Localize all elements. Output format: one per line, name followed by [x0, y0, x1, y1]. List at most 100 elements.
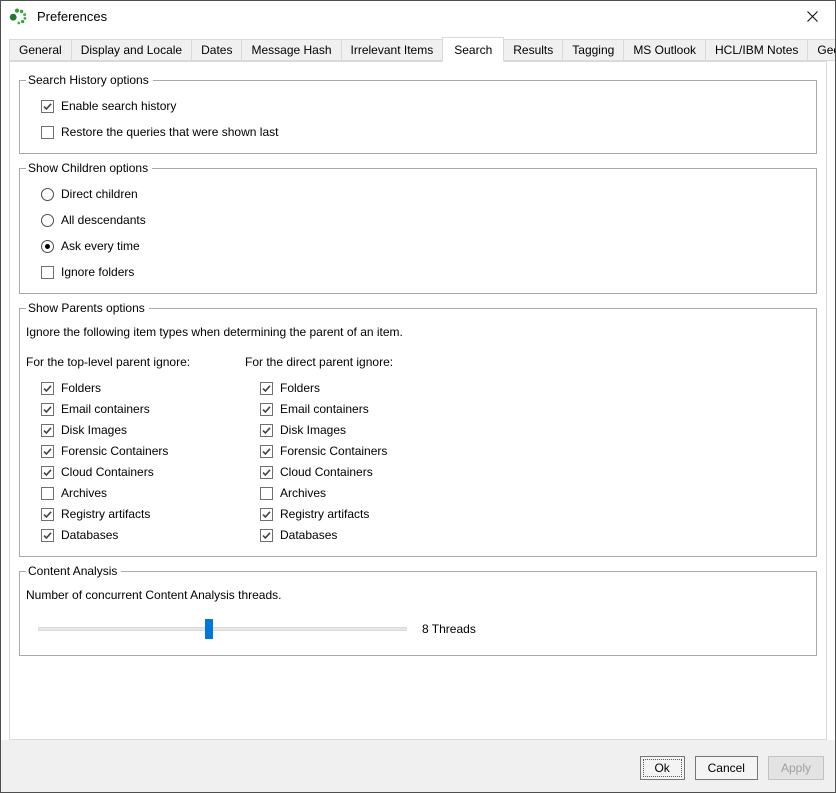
checkbox-label: Email containers — [280, 402, 369, 416]
parent-ignore-columns: For the top-level parent ignore: Folders… — [25, 341, 811, 542]
checkbox-restore-the-queries-that-were-shown-last[interactable]: Restore the queries that were shown last — [41, 125, 811, 139]
top-level-parent-column: For the top-level parent ignore: Folders… — [25, 341, 244, 542]
tab-general[interactable]: General — [9, 39, 72, 61]
group-show-children: Show Children options Direct children Al… — [19, 161, 817, 294]
tab-label: Irrelevant Items — [351, 43, 434, 57]
checkbox-direct-disk-images[interactable]: Disk Images — [260, 423, 393, 437]
check-icon — [42, 101, 53, 112]
tab-label: Message Hash — [251, 43, 331, 57]
checkbox-label: Restore the queries that were shown last — [61, 125, 278, 139]
tab-ms-outlook[interactable]: MS Outlook — [623, 39, 706, 61]
checkbox[interactable] — [260, 403, 273, 416]
column-header: For the direct parent ignore: — [245, 355, 393, 369]
check-icon — [261, 425, 272, 436]
tab-dates[interactable]: Dates — [191, 39, 242, 61]
check-icon — [42, 425, 53, 436]
threads-slider-track[interactable] — [38, 627, 407, 631]
checkbox[interactable] — [260, 466, 273, 479]
check-icon — [261, 446, 272, 457]
checkbox-toplevel-cloud-containers[interactable]: Cloud Containers — [41, 465, 244, 479]
tab-label: Display and Locale — [81, 43, 182, 57]
threads-slider-thumb[interactable] — [205, 619, 213, 639]
radio-button[interactable] — [41, 240, 54, 253]
checkbox-toplevel-forensic-containers[interactable]: Forensic Containers — [41, 444, 244, 458]
checkbox[interactable] — [260, 424, 273, 437]
checkbox-direct-folders[interactable]: Folders — [260, 381, 393, 395]
checkbox-toplevel-disk-images[interactable]: Disk Images — [41, 423, 244, 437]
cancel-button[interactable]: Cancel — [695, 756, 758, 780]
checkbox[interactable] — [260, 529, 273, 542]
apply-button[interactable]: Apply — [768, 756, 824, 780]
tab-label: Dates — [201, 43, 232, 57]
top-level-parent-list: Folders Email containers Disk Images For… — [25, 381, 244, 542]
checkbox-direct-databases[interactable]: Databases — [260, 528, 393, 542]
radio-label: Ask every time — [61, 239, 140, 253]
tab-results[interactable]: Results — [503, 39, 563, 61]
checkbox[interactable] — [41, 487, 54, 500]
check-icon — [261, 383, 272, 394]
tab-search[interactable]: Search — [442, 37, 504, 62]
checkbox[interactable] — [41, 403, 54, 416]
group-title: Search History options — [26, 73, 153, 87]
checkbox-direct-archives[interactable]: Archives — [260, 486, 393, 500]
radio-button[interactable] — [41, 188, 54, 201]
radio-all-descendants[interactable]: All descendants — [41, 213, 811, 227]
radio-direct-children[interactable]: Direct children — [41, 187, 811, 201]
radio-label: Direct children — [61, 187, 138, 201]
checkbox[interactable] — [41, 382, 54, 395]
direct-parent-column: For the direct parent ignore: Folders Em… — [244, 341, 393, 542]
app-logo-icon — [9, 7, 28, 26]
checkbox[interactable] — [260, 382, 273, 395]
checkbox-toplevel-databases[interactable]: Databases — [41, 528, 244, 542]
checkbox[interactable] — [41, 529, 54, 542]
group-title: Show Parents options — [26, 301, 149, 315]
checkbox-enable-search-history[interactable]: Enable search history — [41, 99, 811, 113]
tab-label: General — [19, 43, 62, 57]
checkbox[interactable] — [41, 100, 54, 113]
checkbox[interactable] — [41, 466, 54, 479]
checkbox-label: Ignore folders — [61, 265, 134, 279]
check-icon — [42, 446, 53, 457]
checkbox-toplevel-archives[interactable]: Archives — [41, 486, 244, 500]
checkbox[interactable] — [260, 508, 273, 521]
checkbox-label: Cloud Containers — [280, 465, 373, 479]
tab-hcl-ibm-notes[interactable]: HCL/IBM Notes — [705, 39, 808, 61]
radio-ask-every-time[interactable]: Ask every time — [41, 239, 811, 253]
tab-label: Geolocation — [817, 43, 836, 57]
checkbox-toplevel-folders[interactable]: Folders — [41, 381, 244, 395]
group-search-history: Search History options Enable search his… — [19, 73, 817, 154]
radio-button[interactable] — [41, 214, 54, 227]
checkbox-label: Archives — [280, 486, 326, 500]
checkbox[interactable] — [41, 266, 54, 279]
checkbox[interactable] — [41, 508, 54, 521]
checkbox[interactable] — [41, 126, 54, 139]
tab-display-and-locale[interactable]: Display and Locale — [71, 39, 192, 61]
checkbox-ignore-folders[interactable]: Ignore folders — [41, 265, 811, 279]
checkbox-label: Disk Images — [61, 423, 127, 437]
checkbox-label: Email containers — [61, 402, 150, 416]
checkbox[interactable] — [260, 445, 273, 458]
tab-label: Tagging — [572, 43, 614, 57]
checkbox-toplevel-registry-artifacts[interactable]: Registry artifacts — [41, 507, 244, 521]
checkbox[interactable] — [41, 424, 54, 437]
checkbox-label: Databases — [280, 528, 337, 542]
ok-button[interactable]: Ok — [640, 756, 685, 780]
checkbox[interactable] — [41, 445, 54, 458]
checkbox-label: Forensic Containers — [61, 444, 168, 458]
content-analysis-description: Number of concurrent Content Analysis th… — [26, 588, 811, 602]
tab-geolocation[interactable]: Geolocation — [807, 39, 836, 61]
dialog-button-bar: Ok Cancel Apply — [1, 740, 835, 792]
checkbox-direct-forensic-containers[interactable]: Forensic Containers — [260, 444, 393, 458]
close-icon[interactable] — [801, 5, 823, 27]
checkbox-direct-email-containers[interactable]: Email containers — [260, 402, 393, 416]
tab-irrelevant-items[interactable]: Irrelevant Items — [341, 39, 444, 61]
search-history-list: Enable search history Restore the querie… — [25, 99, 811, 139]
tab-tagging[interactable]: Tagging — [562, 39, 624, 61]
tab-message-hash[interactable]: Message Hash — [241, 39, 341, 61]
checkbox-label: Folders — [280, 381, 320, 395]
check-icon — [42, 404, 53, 415]
checkbox-direct-registry-artifacts[interactable]: Registry artifacts — [260, 507, 393, 521]
checkbox[interactable] — [260, 487, 273, 500]
checkbox-toplevel-email-containers[interactable]: Email containers — [41, 402, 244, 416]
checkbox-direct-cloud-containers[interactable]: Cloud Containers — [260, 465, 393, 479]
